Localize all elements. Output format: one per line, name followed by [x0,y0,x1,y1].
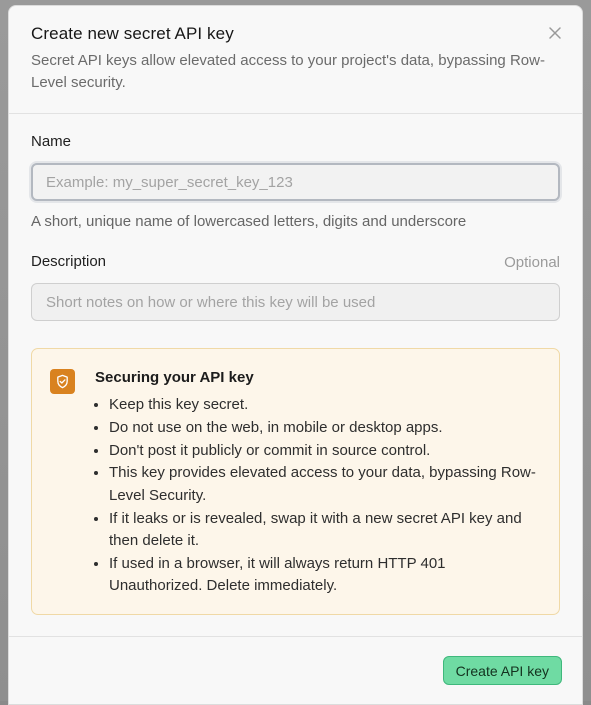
dialog-footer: Create API key [9,636,582,704]
description-field-group: Description Optional [31,252,560,321]
optional-label: Optional [504,253,560,271]
create-api-key-button[interactable]: Create API key [442,656,562,685]
list-item: If used in a browser, it will always ret… [109,553,541,598]
shield-check-icon [50,369,75,394]
dialog-subtitle: Secret API keys allow elevated access to… [31,52,545,91]
close-icon[interactable] [548,26,562,40]
list-item: Do not use on the web, in mobile or desk… [109,417,541,440]
description-label: Description [31,253,107,270]
name-field-group: Name A short, unique name of lowercased … [31,132,560,232]
security-callout: Securing your API key Keep this key secr… [31,348,560,615]
dialog-body: Name A short, unique name of lowercased … [9,114,582,636]
list-item: If it leaks or is revealed, swap it with… [109,508,541,553]
dialog-title: Create new secret API key [31,24,234,43]
name-hint: A short, unique name of lowercased lette… [31,213,467,230]
list-item: This key provides elevated access to you… [109,462,541,507]
name-input[interactable] [31,163,560,201]
callout-title: Securing your API key [95,369,254,386]
security-tips-list: Keep this key secret. Do not use on the … [95,394,541,598]
list-item: Keep this key secret. [109,394,541,417]
dialog-header: Create new secret API key Secret API key… [9,6,582,114]
list-item: Don't post it publicly or commit in sour… [109,440,541,463]
create-secret-key-dialog: Create new secret API key Secret API key… [8,5,583,705]
name-label: Name [31,133,72,150]
description-input[interactable] [31,283,560,321]
